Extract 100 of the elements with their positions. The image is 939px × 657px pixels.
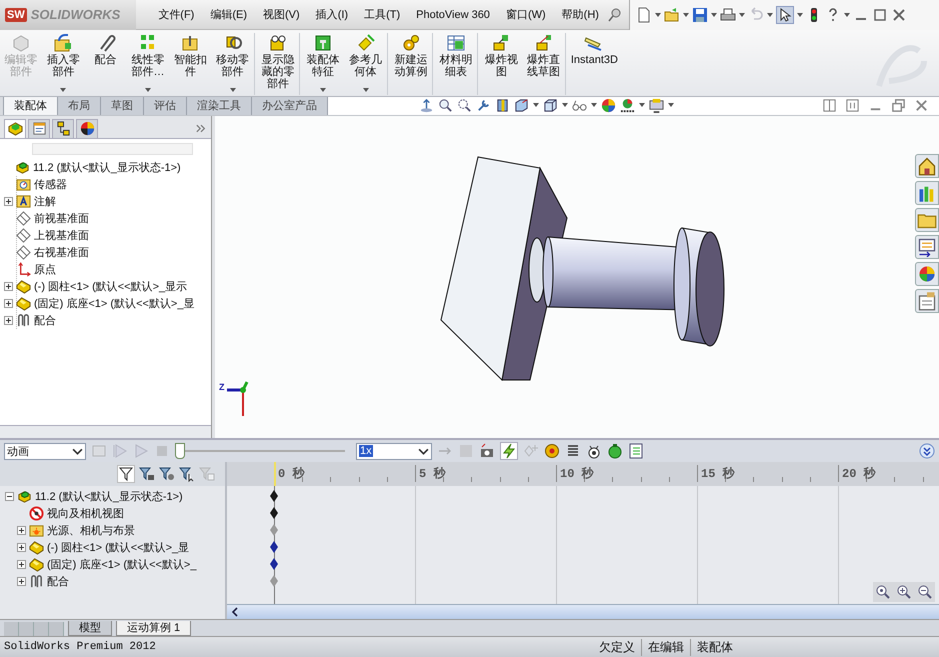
appearance-ball-icon[interactable] [601,98,616,113]
ribbon-button[interactable]: 装配体特征 [302,33,344,95]
cube-icon[interactable] [543,98,558,113]
ribbon-button[interactable]: 参考几何体 [344,33,388,95]
tile-left-icon[interactable] [822,98,837,113]
caret-icon[interactable] [738,12,745,16]
caret-icon[interactable] [562,103,568,108]
caret-icon[interactable] [362,88,369,92]
tree-item-label[interactable]: 11.2 (默认<默认_显示状态-1>) [33,160,181,175]
restore-icon[interactable] [891,98,906,113]
ribbon-button[interactable]: 移动零部件 [211,33,255,95]
caret-icon[interactable] [766,12,773,16]
tree-item-label[interactable]: 前视基准面 [34,210,89,226]
caret-icon[interactable] [796,12,803,16]
filter-field[interactable] [32,142,193,155]
keyframe-marker[interactable] [270,490,278,502]
keyframe-marker[interactable] [270,575,278,588]
tree-item-label[interactable]: 原点 [34,262,56,277]
section-view-icon[interactable] [495,98,510,113]
tree-item-label[interactable]: 配合 [34,312,56,328]
tree-item-label[interactable]: 右视基准面 [34,244,89,260]
menu-item[interactable]: 窗口(W) [498,7,554,22]
expand-chevron-icon[interactable] [196,124,206,133]
open-folder-icon[interactable] [664,6,680,22]
caret-icon[interactable] [230,88,236,92]
study-type-dropdown[interactable]: 动画 [4,442,86,460]
tree-item-label[interactable]: (-) 圆柱<1> (默认<<默认>_显示 [34,278,188,294]
playback-speed-dropdown[interactable]: 1x [356,442,432,460]
caret-icon[interactable] [682,12,689,16]
expand-toggle-icon[interactable] [16,577,26,586]
books-icon[interactable] [915,180,939,205]
ribbon-button[interactable]: Instant3D [568,33,621,95]
monitor-icon[interactable] [649,98,664,113]
playback-slider[interactable] [175,443,345,460]
menu-item[interactable]: 文件(F) [150,7,202,22]
caret-icon[interactable] [654,12,661,16]
tree-item-label[interactable]: 注解 [34,194,56,209]
caret-icon[interactable] [591,103,597,108]
caret-icon[interactable] [145,88,152,92]
menu-item[interactable]: 帮助(H) [554,7,607,22]
tree-item-label[interactable]: 传感器 [34,176,67,192]
ribbon-button[interactable]: 线性零部件… [126,33,170,95]
ribbon-button[interactable]: 智能扣件 [169,33,212,95]
select-pointer-icon[interactable] [776,6,794,24]
tree-item-label[interactable]: 光源、相机与布景 [47,523,135,538]
collapse-toggle-icon[interactable] [4,492,14,502]
panel-tab[interactable] [52,118,74,138]
expand-toggle-icon[interactable] [4,298,12,308]
wrench-icon[interactable] [476,98,491,113]
panel-tab[interactable] [4,118,26,138]
home-icon[interactable] [915,154,939,178]
ribbon-button[interactable]: 新建运动算例 [390,33,433,95]
caret-icon[interactable] [668,103,674,108]
results-list-icon[interactable] [628,443,644,460]
tile-right-icon[interactable] [845,98,860,113]
zoom-fit-icon[interactable] [438,98,453,113]
ribbon-button[interactable]: 插入零部件 [42,33,85,95]
new-document-icon[interactable] [636,6,652,22]
filter-driving-icon[interactable] [159,466,175,482]
menu-item[interactable]: 视图(V) [255,7,308,22]
ribbon-button[interactable]: 配合 [84,33,127,95]
zoom-area-icon[interactable] [457,98,472,113]
zoom-in-icon[interactable] [896,584,912,600]
scene-icon[interactable] [620,98,635,113]
filter-selected-icon[interactable] [179,466,195,482]
ribbon-button[interactable]: 爆炸直线草图 [522,33,566,95]
collapse-chevron-icon[interactable] [919,443,935,460]
expand-toggle-icon[interactable] [16,543,26,552]
ribbon-button[interactable]: 显示隐藏的零部件 [256,33,300,95]
view-orientation-icon[interactable] [514,98,529,113]
expand-toggle-icon[interactable] [16,560,26,570]
menu-item[interactable]: 插入(I) [308,7,356,22]
menu-item[interactable]: PhotoView 360 [408,8,498,20]
filter-icon[interactable] [117,465,135,484]
keyframe-marker[interactable] [270,524,278,536]
tree-item-label[interactable]: 11.2 (默认<默认_显示状态-1>) [35,489,183,504]
panel-tab[interactable] [76,118,98,138]
splitter-handle[interactable] [212,116,215,438]
zoom-fit-icon[interactable] [875,584,891,600]
caret-icon[interactable] [639,103,645,108]
caret-icon[interactable] [844,12,850,16]
keyframe-marker[interactable] [270,541,278,554]
filter-animated-icon[interactable] [139,466,155,482]
tree-item-label[interactable]: 上视基准面 [34,228,89,243]
close-icon[interactable] [890,6,907,22]
expand-toggle-icon[interactable] [4,196,12,206]
clipboard-icon[interactable] [915,288,939,313]
horizontal-scrollbar[interactable] [227,604,939,620]
tree-item-label[interactable]: 配合 [47,574,69,590]
axis-arrow-icon[interactable] [419,98,434,113]
expand-toggle-icon[interactable] [16,526,26,536]
scroll-left-icon[interactable] [231,607,239,618]
play-from-start-icon[interactable] [112,443,128,460]
ribbon-button[interactable]: 爆炸视图 [480,33,523,95]
close-icon[interactable] [914,98,929,113]
document-tab[interactable]: 模型 [68,621,112,636]
tree-item-label[interactable]: (固定) 底座<1> (默认<<默认>_ [47,557,196,572]
ribbon-button[interactable]: 材料明细表 [434,33,478,95]
document-tab[interactable]: 运动算例 1 [116,621,192,636]
slider-thumb[interactable] [175,443,185,460]
